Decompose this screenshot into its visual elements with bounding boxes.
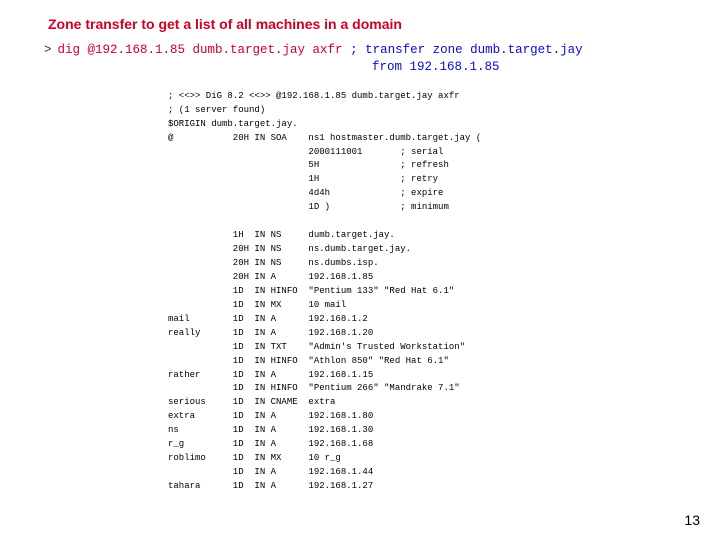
- dig-comment-1: ; transfer zone dumb.target.jay: [350, 42, 583, 59]
- shell-prompt: >: [44, 42, 52, 59]
- dig-command: dig @192.168.1.85 dumb.target.jay axfr: [58, 42, 351, 59]
- zone-output: ; <<>> DiG 8.2 <<>> @192.168.1.85 dumb.t…: [0, 76, 720, 494]
- page-number: 13: [684, 512, 700, 528]
- command-line: > dig @192.168.1.85 dumb.target.jay axfr…: [0, 42, 720, 59]
- slide-title: Zone transfer to get a list of all machi…: [0, 0, 720, 42]
- dig-comment-2: from 192.168.1.85: [0, 59, 720, 76]
